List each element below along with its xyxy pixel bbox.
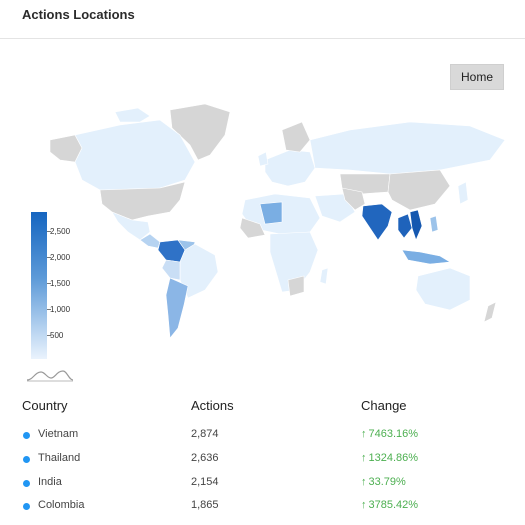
map-region-indonesia[interactable] [401,249,451,265]
map-region-europe[interactable] [264,149,316,187]
change-cell: ↑ 7463.16% [361,428,418,440]
map-region-vietnam[interactable] [409,209,423,241]
map-region-japan[interactable] [457,181,469,205]
change-value: 7463.16% [368,428,419,440]
map-region-new-zealand[interactable] [483,301,497,323]
legend-label: 1,000 [50,305,71,314]
change-cell: ↑ 33.79% [361,476,406,488]
country-cell: Vietnam [38,428,79,440]
legend-label: 2,000 [50,253,71,262]
map-region-madagascar[interactable] [319,267,329,285]
map-region-china[interactable] [387,169,451,211]
table-row[interactable]: Vietnam 2,874 ↑ 7463.16% [0,426,525,446]
row-dot-icon [23,456,30,463]
world-map[interactable] [20,100,510,345]
change-value: 3785.42% [368,499,419,511]
map-region-russia[interactable] [309,121,506,175]
actions-cell: 1,865 [191,499,219,511]
table-row[interactable]: India 2,154 ↑ 33.79% [0,474,525,494]
change-value: 1324.86% [368,452,419,464]
map-region-canada-islands[interactable] [114,107,151,123]
table-row[interactable]: Thailand 2,636 ↑ 1324.86% [0,450,525,470]
arrow-up-icon: ↑ [361,428,367,440]
map-region-uk[interactable] [257,151,269,167]
change-value: 33.79% [368,476,406,488]
arrow-up-icon: ↑ [361,476,367,488]
legend-label: 2,500 [50,227,71,236]
arrow-up-icon: ↑ [361,499,367,511]
row-dot-icon [23,503,30,510]
card-header: Actions Locations [0,0,525,39]
legend-color-scale [31,212,47,359]
column-header-actions: Actions [191,398,234,413]
column-header-change: Change [361,398,407,413]
row-dot-icon [23,480,30,487]
map-region-peru[interactable] [161,259,181,281]
country-cell: Thailand [38,452,81,464]
country-cell: Colombia [38,499,85,511]
actions-cell: 2,636 [191,452,219,464]
actions-cell: 2,154 [191,476,219,488]
map-region-scandinavia[interactable] [281,121,311,153]
legend-distribution-icon [26,370,74,382]
change-cell: ↑ 3785.42% [361,499,418,511]
row-dot-icon [23,432,30,439]
column-header-country: Country [22,398,68,413]
legend-label: 1,500 [50,279,71,288]
map-region-argentina[interactable] [165,277,189,339]
change-cell: ↑ 1324.86% [361,452,418,464]
map-region-philippines[interactable] [429,215,439,233]
map-region-india[interactable] [361,203,393,241]
legend-label: 500 [50,331,64,340]
arrow-up-icon: ↑ [361,452,367,464]
map-region-thailand[interactable] [397,213,413,239]
actions-cell: 2,874 [191,428,219,440]
home-button[interactable]: Home [450,64,504,90]
card-title: Actions Locations [22,7,135,22]
table-row[interactable]: Colombia 1,865 ↑ 3785.42% [0,497,525,517]
map-region-australia[interactable] [415,267,471,311]
country-cell: India [38,476,62,488]
